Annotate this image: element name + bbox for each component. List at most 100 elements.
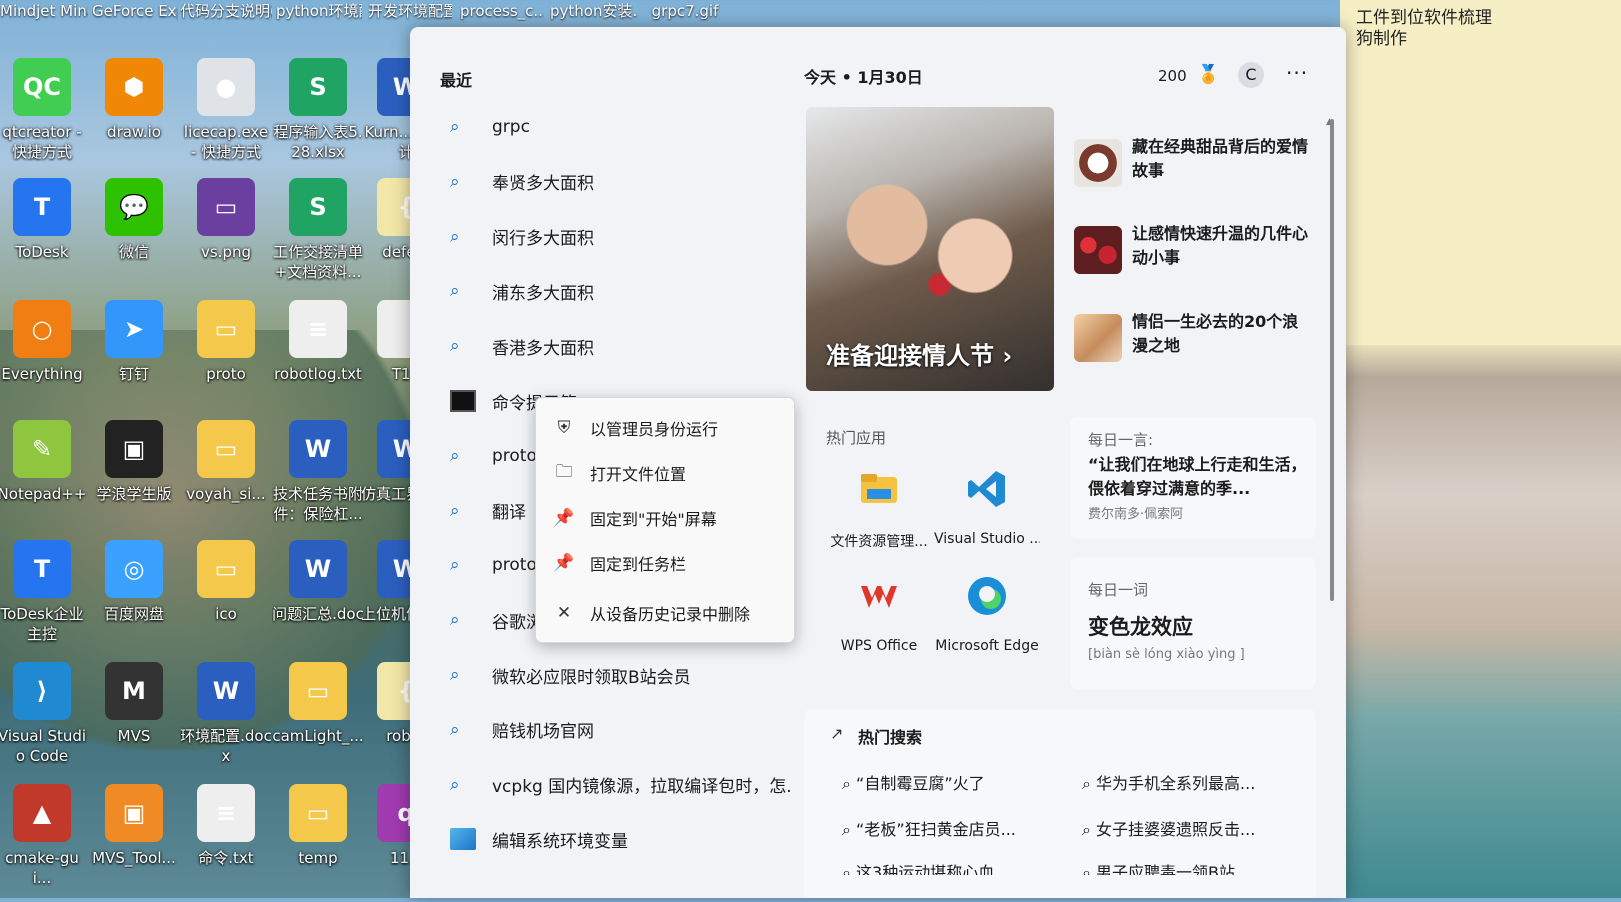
hot-search-item[interactable]: ⌕ “老板”狂扫黄金店员... [842,816,1048,840]
desktop-file[interactable]: GeForce Experience [92,2,178,21]
app-icon: S [289,58,347,116]
search-icon: ⌕ [842,774,857,793]
app-icon: ◎ [105,540,163,598]
desktop-icon[interactable]: ✎ Notepad++ [0,420,88,538]
recent-item[interactable]: ⌕ 微软必应限时领取B站会员 [450,655,810,695]
recent-item-label: vcpkg 国内镜像源，拉取编译包时，怎... [492,777,792,798]
daily-quote-card[interactable]: 每日一言: “让我们在地球上行走和生活，偎依着穿过满意的季... 费尔南多·佩索… [1070,417,1316,539]
desktop-icon[interactable]: ≡ 命令.txt [180,784,272,902]
desktop-file[interactable]: process_c... [460,2,544,21]
sticky-note[interactable] [1340,0,1621,345]
recent-item[interactable]: ⌕ 闵行多大面积 [450,217,810,257]
system-settings-icon [450,828,476,851]
scrollbar-thumb[interactable] [1330,119,1334,601]
desktop-icon[interactable]: W 问题汇总.doc [272,540,364,658]
more-options-icon[interactable]: ··· [1286,61,1308,85]
desktop-icon[interactable]: ➤ 钉钉 [88,300,180,418]
recent-item[interactable]: ⌕ 奉贤多大面积 [450,162,810,202]
desktop-icon[interactable]: S 程序输入表5.28.xlsx [272,58,364,176]
desktop-icon[interactable]: ▣ 学浪学生版 [88,420,180,538]
desktop-icon[interactable]: M MVS [88,662,180,780]
hot-app-edge[interactable]: Microsoft Edge [934,574,1040,654]
desktop-icon[interactable]: S 工作交接清单+文档资料... [272,178,364,296]
recent-item[interactable]: ⌕ vcpkg 国内镜像源，拉取编译包时，怎... [450,765,810,805]
app-icon: ○ [13,300,71,358]
desktop-icon-label: Notepad++ [0,485,87,503]
desktop-icon[interactable]: ⟩ Visual Studio Code [0,662,88,780]
app-icon: 💬 [105,178,163,236]
desktop-icon[interactable]: ▭ vs.png [180,178,272,296]
desktop-icon[interactable]: ▲ cmake-gui... [0,784,88,902]
desktop-icon-label: camLight_... [272,727,364,745]
recent-item[interactable]: ⌕ 浦东多大面积 [450,271,810,311]
app-icon: S [289,178,347,236]
desktop-file[interactable]: python安装... [550,2,638,21]
desktop-icon[interactable]: ◎ 百度网盘 [88,540,180,658]
desktop-icon[interactable]: QC qtcreator - 快捷方式 [0,58,88,176]
hot-app-file-explorer[interactable]: 文件资源管理... [826,467,932,551]
desktop-icon[interactable]: ▣ MVS_Tool... [88,784,180,902]
news-item[interactable]: 藏在经典甜品背后的爱情故事 [1074,135,1314,191]
context-menu-item[interactable]: ⛨ 以管理员身份运行 [554,413,718,443]
search-icon: ⌕ [450,610,460,631]
recent-item[interactable]: ⌕ grpc [450,107,810,147]
desktop-file[interactable]: grpc7.gif [650,2,720,21]
desktop-file[interactable]: python环境配置.gif [276,2,362,21]
desktop-icon[interactable]: ▭ proto [180,300,272,418]
desktop-icon[interactable]: ▭ ico [180,540,272,658]
vscode-icon [968,471,1005,507]
context-menu-item[interactable]: 🗀 打开文件位置 [554,458,687,488]
news-item[interactable]: 让感情快速升温的几件心动小事 [1074,222,1314,278]
desktop-icon[interactable]: ▭ camLight_... [272,662,364,780]
hero-news-card[interactable]: 准备迎接情人节 › [806,107,1054,391]
desktop-icon-label: draw.io [107,123,161,141]
news-item[interactable]: 情侣一生必去的20个浪漫之地 [1074,310,1314,366]
desktop-icon-label: cmake-gui... [5,849,79,887]
desktop-file[interactable]: 代码分支说明(1).docx [180,2,272,21]
context-menu-label: 从设备历史记录中删除 [590,605,751,624]
desktop-icon[interactable]: T ToDesk [0,178,88,296]
desktop-icon[interactable]: ▭ temp [272,784,364,902]
desktop-icon[interactable]: ▭ voyah_si... [180,420,272,538]
hot-search-item[interactable]: ⌕ 男子应聘毒一领B站... [1082,859,1288,875]
desktop-icon[interactable]: T ToDesk企业主控 [0,540,88,658]
avatar[interactable]: C [1238,62,1264,88]
desktop-icon[interactable]: W 环境配置.docx [180,662,272,780]
desktop-icon[interactable]: W 技术任务书附件：保险杠... [272,420,364,538]
desktop-icon[interactable]: ● licecap.exe - 快捷方式 [180,58,272,176]
hot-search-item[interactable]: ⌕ 华为手机全系列最高... [1082,770,1288,794]
desktop-icon[interactable]: ≡ robotlog.txt [272,300,364,418]
desktop-file[interactable]: Mindjet MindMan... [0,2,88,21]
daily-word-pinyin: [biàn sè lóng xiào yìng ] [1088,647,1245,662]
recent-item-label: 编辑系统环境变量 [492,831,628,852]
desktop-icon[interactable]: ○ Everything [0,300,88,418]
hot-app-vscode[interactable]: Visual Studio ... [934,467,1040,547]
news-thumbnail [1074,314,1122,362]
recent-item[interactable]: ⌕ 香港多大面积 [450,326,810,366]
desktop-icon[interactable]: ⬢ draw.io [88,58,180,176]
recent-item[interactable]: ⌕ 赔钱机场官网 [450,710,810,750]
rewards-points[interactable]: 200 [1158,67,1187,85]
desktop-icon-label: 环境配置.docx [180,727,272,765]
search-icon: ⌕ [842,820,857,839]
search-icon: ⌕ [842,863,857,875]
recent-item-label: 香港多大面积 [492,338,594,359]
daily-word-card[interactable]: 每日一词 变色龙效应 [biàn sè lóng xiào yìng ] [1070,557,1316,689]
search-icon: ⌕ [450,719,460,740]
desktop-icon[interactable]: 💬 微信 [88,178,180,296]
context-menu-item[interactable]: ✕ 从设备历史记录中删除 [554,598,750,628]
search-icon: ⌕ [450,774,460,795]
hot-search-item[interactable]: ⌕ 女子挂婆婆遗照反击... [1082,816,1288,840]
app-icon: ▭ [197,178,255,236]
hot-search-item[interactable]: ⌕ 这3种运动堪称心血... [842,859,1048,875]
context-menu-item[interactable]: 📌 固定到任务栏 [553,548,686,578]
hot-app-wps[interactable]: WPS Office [826,574,932,654]
context-menu-item[interactable]: 📌 固定到"开始"屏幕 [553,503,716,533]
news-title: 让感情快速升温的几件心动小事 [1132,224,1309,267]
hot-search-item[interactable]: ⌕ “自制霉豆腐”火了 [842,770,1048,794]
desktop-icon-label: proto [206,365,246,383]
recent-item[interactable]: 编辑系统环境变量 [450,819,810,859]
desktop-icon-label: MVS_Tool... [92,849,176,867]
desktop-file[interactable]: 开发环境配置.d [368,2,452,21]
trophy-icon[interactable]: 🏅 [1197,64,1219,85]
